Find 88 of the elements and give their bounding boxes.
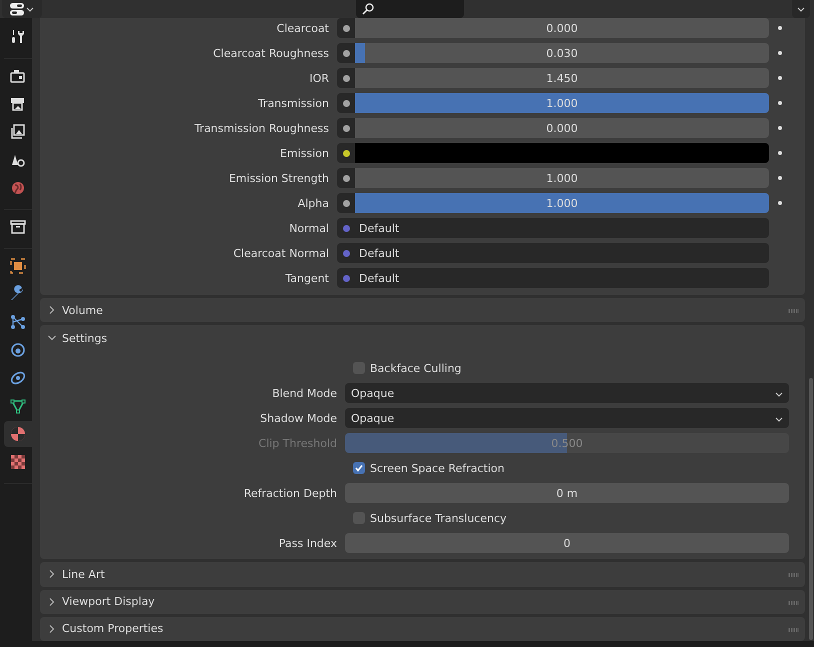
field-label: Refraction Depth bbox=[242, 486, 338, 500]
field-label: Emission bbox=[279, 146, 330, 160]
search-field[interactable] bbox=[356, 0, 464, 18]
checkbox[interactable]: Screen Space Refraction bbox=[353, 462, 505, 475]
panel-header[interactable]: Settings bbox=[40, 325, 805, 352]
socket-button[interactable] bbox=[337, 168, 355, 188]
drag-handle-icon[interactable] bbox=[788, 600, 799, 604]
scrollbar[interactable] bbox=[809, 378, 813, 640]
material-icon bbox=[9, 425, 27, 443]
socket-button[interactable] bbox=[337, 143, 355, 163]
render-icon bbox=[9, 67, 27, 85]
field-label: Pass Index bbox=[278, 536, 338, 550]
view-layer-icon bbox=[9, 123, 27, 141]
editor-type-menu[interactable] bbox=[2, 0, 42, 18]
checkbox[interactable]: Subsurface Translucency bbox=[353, 512, 507, 525]
object-icon bbox=[9, 257, 27, 275]
socket-button[interactable] bbox=[337, 118, 355, 138]
value-slider[interactable]: 1.000 bbox=[355, 193, 769, 213]
field-label: Tangent bbox=[284, 272, 330, 284]
physics-icon bbox=[9, 341, 27, 359]
panel-header[interactable]: Viewport Display bbox=[40, 590, 805, 614]
socket-button[interactable] bbox=[337, 18, 355, 38]
input-field[interactable]: Default bbox=[355, 268, 769, 288]
socket-button[interactable] bbox=[337, 193, 355, 213]
socket-button[interactable] bbox=[337, 68, 355, 88]
chevron-right-icon bbox=[48, 624, 56, 633]
chevron-down-icon bbox=[26, 6, 34, 12]
value-slider[interactable]: 1.000 bbox=[355, 93, 769, 113]
chevron-right-icon bbox=[48, 570, 56, 578]
socket-button[interactable] bbox=[337, 43, 355, 63]
keyframe-icon[interactable] bbox=[778, 101, 782, 105]
field-label: Transmission Roughness bbox=[193, 122, 330, 134]
field-label: Transmission bbox=[256, 96, 330, 110]
chevron-down-icon bbox=[797, 6, 805, 12]
value-slider[interactable]: 0.000 bbox=[355, 18, 769, 38]
data-icon bbox=[9, 397, 27, 415]
field-label: Clearcoat Roughness bbox=[212, 46, 330, 60]
field-label: Alpha bbox=[296, 196, 330, 210]
field-label: Clearcoat Normal bbox=[232, 246, 330, 260]
socket-button[interactable] bbox=[337, 93, 355, 113]
dropdown[interactable]: Opaque bbox=[345, 408, 789, 428]
panel-header[interactable]: Custom Properties bbox=[40, 616, 805, 641]
input-field[interactable]: Default bbox=[355, 218, 769, 238]
chevron-right-icon bbox=[48, 306, 56, 314]
panel-header[interactable]: Volume bbox=[40, 298, 805, 322]
collapse-button[interactable] bbox=[792, 0, 810, 18]
checkmark-icon bbox=[354, 463, 364, 474]
value-slider[interactable]: 0.000 bbox=[355, 118, 769, 138]
drag-handle-icon[interactable] bbox=[788, 309, 799, 313]
chevron-down-icon bbox=[775, 392, 783, 397]
tool-icon bbox=[9, 28, 27, 46]
field-label: Shadow Mode bbox=[259, 412, 338, 425]
dropdown[interactable]: Opaque bbox=[345, 383, 789, 404]
number-field[interactable]: 0 bbox=[345, 533, 789, 554]
texture-icon bbox=[9, 453, 27, 471]
field-label: Blend Mode bbox=[271, 386, 338, 400]
drag-handle-icon[interactable] bbox=[788, 628, 799, 632]
keyframe-icon[interactable] bbox=[778, 201, 782, 205]
number-field[interactable]: 0 m bbox=[345, 483, 789, 504]
material-tab[interactable] bbox=[4, 421, 32, 447]
keyframe-icon[interactable] bbox=[778, 51, 782, 55]
keyframe-icon[interactable] bbox=[778, 151, 782, 155]
field-label: Clearcoat bbox=[276, 22, 330, 34]
value-slider[interactable]: 1.450 bbox=[355, 68, 769, 88]
value-slider[interactable]: 1.000 bbox=[355, 168, 769, 188]
chevron-down-icon bbox=[48, 334, 56, 342]
keyframe-icon[interactable] bbox=[778, 26, 782, 30]
value-slider[interactable]: 0.030 bbox=[355, 43, 769, 63]
constraints-icon bbox=[9, 369, 27, 387]
search-icon bbox=[362, 3, 374, 15]
chevron-right-icon bbox=[48, 598, 56, 606]
toggle-icon bbox=[10, 2, 24, 16]
field-label: IOR bbox=[308, 72, 330, 84]
output-icon bbox=[9, 95, 27, 113]
field-label: Normal bbox=[288, 222, 330, 234]
field-label: Clip Threshold bbox=[258, 436, 338, 450]
input-field[interactable]: Default bbox=[355, 243, 769, 263]
collection-icon bbox=[9, 218, 27, 236]
particles-icon bbox=[9, 313, 27, 331]
keyframe-icon[interactable] bbox=[778, 176, 782, 180]
keyframe-icon[interactable] bbox=[778, 76, 782, 80]
panel-header[interactable]: Line Art bbox=[40, 562, 805, 586]
checkbox[interactable]: Backface Culling bbox=[353, 362, 462, 375]
color-swatch[interactable] bbox=[355, 143, 769, 163]
drag-handle-icon[interactable] bbox=[788, 573, 799, 578]
keyframe-icon[interactable] bbox=[778, 126, 782, 130]
chevron-down-icon bbox=[775, 416, 783, 422]
field-label: Emission Strength bbox=[228, 172, 330, 184]
